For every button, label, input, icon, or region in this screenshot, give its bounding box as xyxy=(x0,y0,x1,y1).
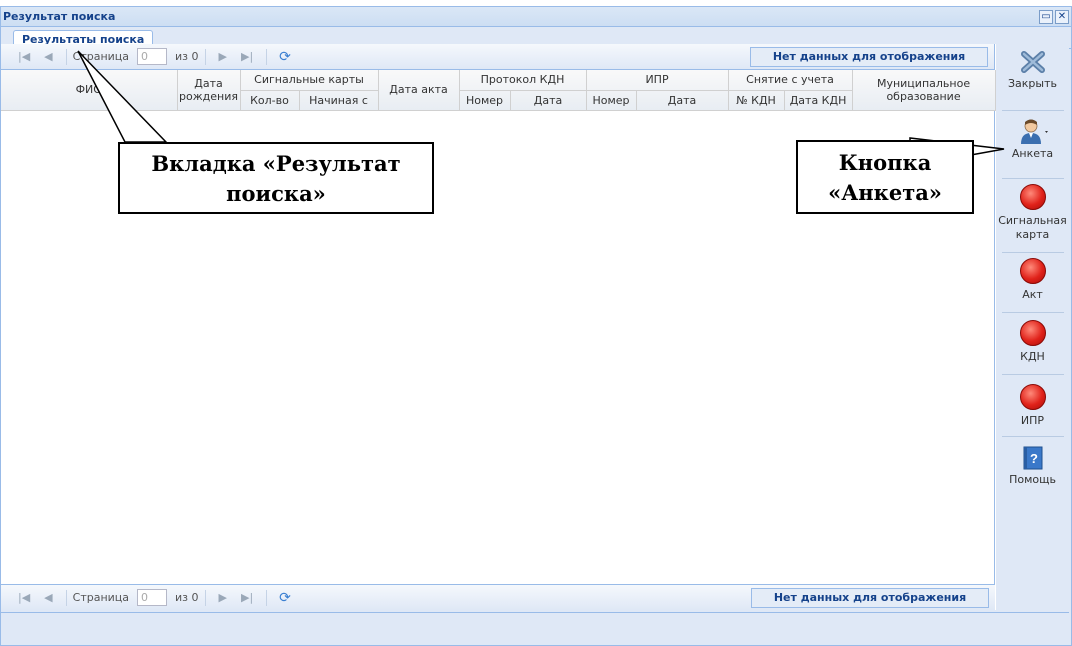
tab-content: |◀ ◀ Страница 0 из 0 ▶ ▶| ⟳ Нет данных д… xyxy=(1,44,1069,610)
pager-separator xyxy=(266,589,268,606)
page-label: Страница xyxy=(72,50,130,63)
refresh-icon[interactable]: ⟳ xyxy=(279,49,291,65)
no-data-status: Нет данных для отображения xyxy=(750,46,988,67)
pager-separator xyxy=(266,48,268,65)
col-municipality[interactable]: Муниципальное образование xyxy=(852,70,996,111)
maximize-icon[interactable]: ▭ xyxy=(1039,9,1053,24)
sidebar-divider xyxy=(1002,312,1064,313)
close-button-label: Закрыть xyxy=(1008,77,1057,90)
next-page-icon[interactable]: ▶ xyxy=(219,50,227,63)
prev-page-icon[interactable]: ◀ xyxy=(44,50,52,63)
no-data-status: Нет данных для отображения xyxy=(751,587,989,608)
sidebar-divider xyxy=(1002,374,1064,375)
results-grid: |◀ ◀ Страница 0 из 0 ▶ ▶| ⟳ Нет данных д… xyxy=(1,44,996,610)
status-bar xyxy=(1,612,1069,638)
col-ipr-number[interactable]: Номер xyxy=(586,90,637,111)
pager-separator xyxy=(204,48,206,65)
prev-page-icon[interactable]: ◀ xyxy=(44,591,52,604)
anketa-button[interactable]: Анкета xyxy=(996,118,1069,161)
bottom-pager: |◀ ◀ Страница 0 из 0 ▶ ▶| ⟳ Нет данных д… xyxy=(1,584,995,610)
red-ball-icon xyxy=(1019,184,1046,210)
sidebar-divider xyxy=(1002,178,1064,179)
act-button-label: Акт xyxy=(1022,288,1043,301)
page-count: из 0 xyxy=(175,591,199,604)
kdn-button-label: КДН xyxy=(1020,350,1045,363)
col-fio[interactable]: ФИО xyxy=(1,70,178,111)
signal-card-button[interactable]: Сигнальная карта xyxy=(996,184,1069,242)
close-button[interactable]: Закрыть xyxy=(996,50,1069,91)
button-callout: Кнопка «Анкета» xyxy=(796,140,974,214)
col-kdn-number[interactable]: Номер xyxy=(459,90,511,111)
close-x-icon xyxy=(1020,51,1045,73)
signal-card-button-label: Сигнальная карта xyxy=(998,214,1067,241)
col-birth-date[interactable]: Дата рождения xyxy=(177,70,241,111)
col-group-kdn-protocol: Протокол КДН xyxy=(459,70,587,91)
window-titlebar: Результат поиска ▭ ✕ xyxy=(1,7,1071,27)
page-count: из 0 xyxy=(175,50,199,63)
page-input[interactable]: 0 xyxy=(137,589,168,606)
kdn-button[interactable]: КДН xyxy=(996,320,1069,364)
col-dereg-kdn-no[interactable]: № КДН xyxy=(728,90,785,111)
next-page-icon[interactable]: ▶ xyxy=(219,591,227,604)
col-group-ipr: ИПР xyxy=(586,70,729,91)
col-ipr-date[interactable]: Дата xyxy=(636,90,729,111)
col-dereg-kdn-date[interactable]: Дата КДН xyxy=(784,90,853,111)
refresh-icon[interactable]: ⟳ xyxy=(279,590,291,606)
close-icon[interactable]: ✕ xyxy=(1055,9,1069,24)
red-ball-icon xyxy=(1019,320,1046,346)
col-kdn-date[interactable]: Дата xyxy=(510,90,587,111)
act-button[interactable]: Акт xyxy=(996,258,1069,302)
col-act-date[interactable]: Дата акта xyxy=(378,70,460,111)
user-icon xyxy=(1020,119,1048,144)
tab-callout: Вкладка «Результат поиска» xyxy=(118,142,434,214)
action-sidebar: Закрыть Анкета Сигнальная карта Акт КДН … xyxy=(996,44,1069,610)
pager-separator xyxy=(65,589,67,606)
top-pager: |◀ ◀ Страница 0 из 0 ▶ ▶| ⟳ Нет данных д… xyxy=(1,44,994,70)
ipr-button[interactable]: ИПР xyxy=(996,384,1069,428)
last-page-icon[interactable]: ▶| xyxy=(241,591,253,604)
svg-text:?: ? xyxy=(1030,451,1038,466)
col-group-signal-cards: Сигнальные карты xyxy=(240,70,379,91)
red-ball-icon xyxy=(1019,258,1046,284)
help-button[interactable]: ? Помощь xyxy=(996,446,1069,487)
first-page-icon[interactable]: |◀ xyxy=(18,50,30,63)
sidebar-divider xyxy=(1002,436,1064,437)
help-button-label: Помощь xyxy=(1009,473,1056,486)
grid-header: ФИО Дата рождения Сигнальные карты Дата … xyxy=(1,70,996,111)
pager-separator xyxy=(65,48,67,65)
window-title: Результат поиска xyxy=(3,10,116,23)
last-page-icon[interactable]: ▶| xyxy=(241,50,253,63)
col-signal-count[interactable]: Кол-во xyxy=(240,90,300,111)
red-ball-icon xyxy=(1019,384,1046,410)
col-group-deregistration: Снятие с учета xyxy=(728,70,853,91)
ipr-button-label: ИПР xyxy=(1020,414,1045,427)
page-input[interactable]: 0 xyxy=(137,48,168,65)
first-page-icon[interactable]: |◀ xyxy=(18,591,30,604)
page-label: Страница xyxy=(72,591,130,604)
pager-separator xyxy=(204,589,206,606)
anketa-button-label: Анкета xyxy=(1011,147,1054,160)
sidebar-divider xyxy=(1002,252,1064,253)
col-signal-starting[interactable]: Начиная с xyxy=(299,90,379,111)
help-book-icon: ? xyxy=(1023,446,1042,470)
sidebar-divider xyxy=(1002,110,1064,111)
